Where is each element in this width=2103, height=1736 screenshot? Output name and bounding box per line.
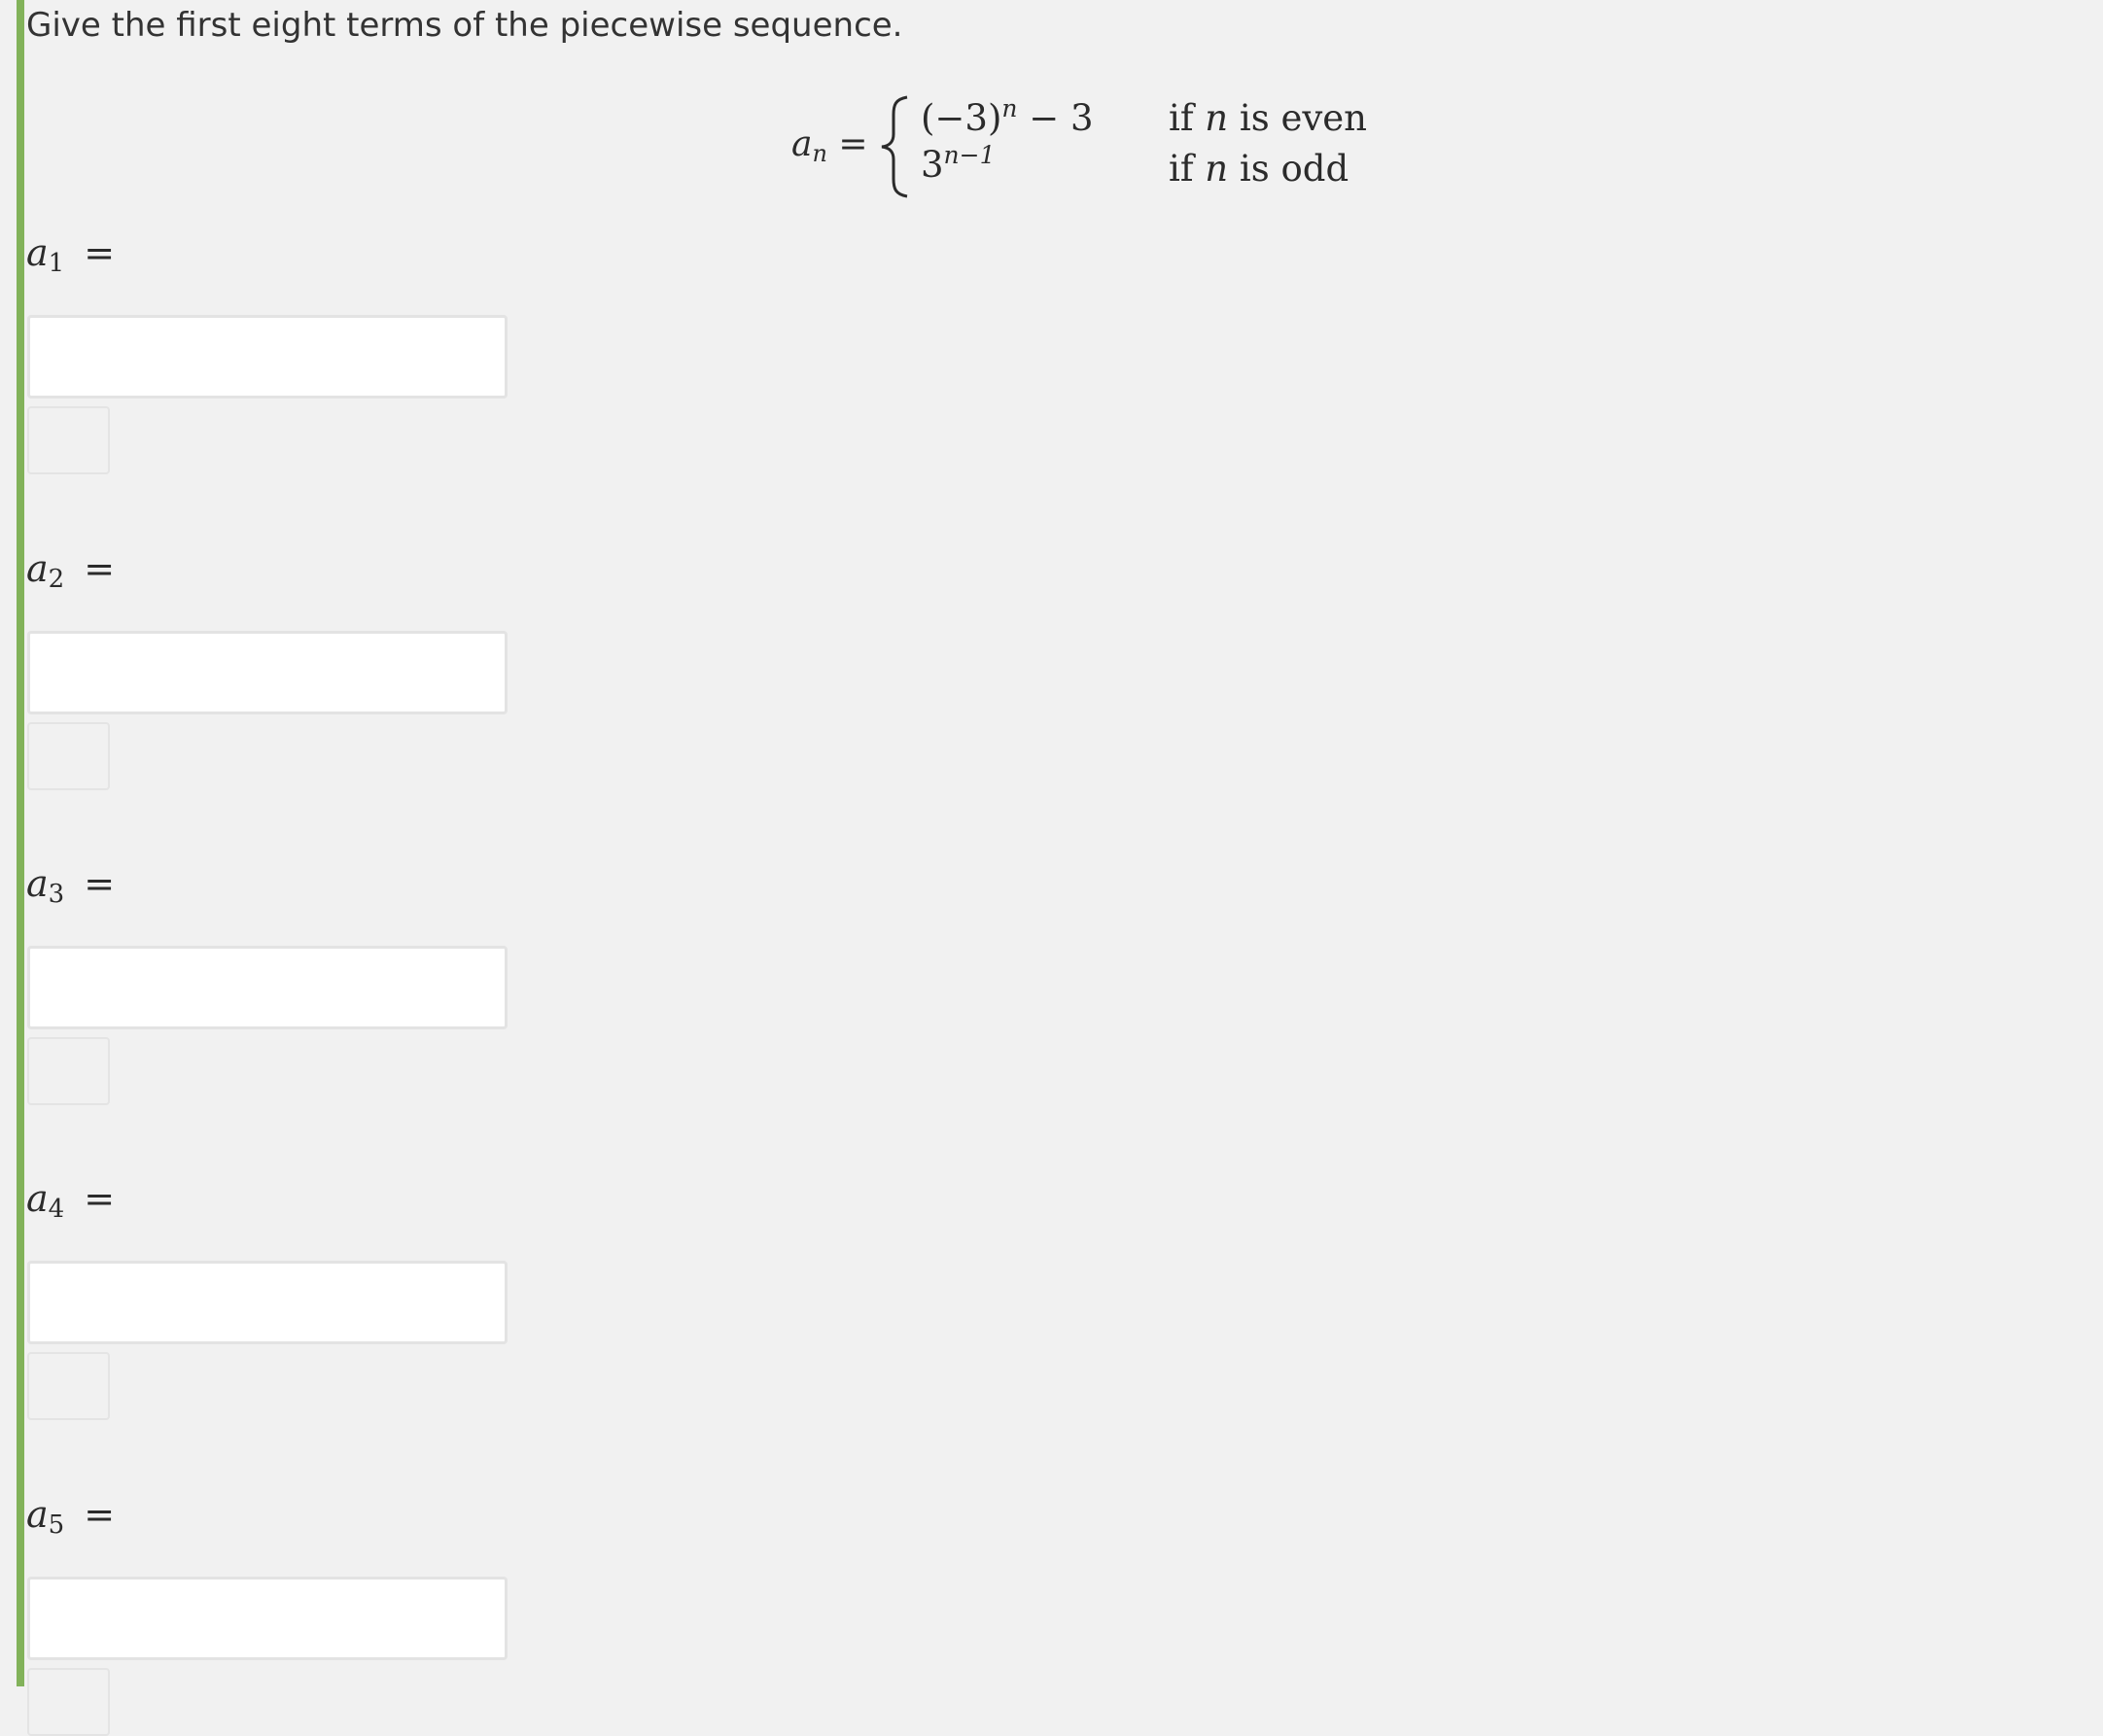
term-equals: = <box>84 1493 116 1536</box>
case-even-condition: if n is even <box>1169 97 1367 140</box>
case-even-tail: − 3 <box>1017 97 1094 139</box>
term-label: a5 = <box>26 1493 115 1546</box>
answer-input-a3[interactable] <box>27 946 508 1029</box>
left-brace-icon <box>881 95 908 198</box>
answer-input-a5[interactable] <box>27 1577 508 1660</box>
term-label: a1 = <box>26 231 115 285</box>
piecewise-formula: an = (−3)n − 3 3n−1 if n is even if n is… <box>788 93 1371 200</box>
answer-input-a2[interactable] <box>27 631 508 714</box>
cond-even-var: n <box>1205 97 1229 139</box>
term-equals: = <box>84 231 116 274</box>
answer-feedback-box <box>27 1352 110 1420</box>
answer-feedback-box <box>27 406 110 474</box>
case-even-expression: (−3)n − 3 <box>921 94 1094 140</box>
term-label: a2 = <box>26 547 115 601</box>
cond-even-rest: is even <box>1228 97 1368 139</box>
answer-input-a1[interactable] <box>27 315 508 399</box>
cond-odd-if: if <box>1169 148 1206 190</box>
term-sub: 2 <box>48 565 65 594</box>
term-sub: 4 <box>48 1195 65 1224</box>
question-accent-bar <box>17 0 24 1686</box>
cond-odd-rest: is odd <box>1228 148 1349 190</box>
term-var: a <box>26 1177 49 1220</box>
term-sub: 5 <box>48 1510 65 1540</box>
case-odd-base: 3 <box>921 144 944 186</box>
answer-feedback-box <box>27 1037 110 1105</box>
case-odd-expression: 3n−1 <box>921 141 996 187</box>
term-var: a <box>26 231 49 274</box>
formula-lhs-sub: n <box>812 140 827 167</box>
answer-feedback-box <box>27 722 110 790</box>
case-odd-condition: if n is odd <box>1169 148 1349 191</box>
term-equals: = <box>84 1177 116 1220</box>
case-odd-exp: n−1 <box>943 141 996 169</box>
cond-odd-var: n <box>1205 148 1229 190</box>
formula-equals: = <box>838 124 868 164</box>
term-label: a4 = <box>26 1177 115 1231</box>
term-sub: 3 <box>48 880 65 909</box>
term-sub: 1 <box>48 249 65 278</box>
question-prompt: Give the first eight terms of the piecew… <box>26 6 903 45</box>
case-even-base: (−3) <box>921 97 1002 139</box>
term-var: a <box>26 1493 49 1536</box>
formula-lhs: an = <box>791 123 868 175</box>
case-even-exp: n <box>1001 94 1018 122</box>
answer-input-a4[interactable] <box>27 1261 508 1344</box>
term-equals: = <box>84 547 116 590</box>
term-var: a <box>26 547 49 590</box>
cond-even-if: if <box>1169 97 1206 139</box>
term-equals: = <box>84 862 116 905</box>
formula-lhs-var: a <box>791 124 813 164</box>
term-label: a3 = <box>26 862 115 916</box>
term-var: a <box>26 862 49 905</box>
answer-feedback-box <box>27 1668 110 1736</box>
